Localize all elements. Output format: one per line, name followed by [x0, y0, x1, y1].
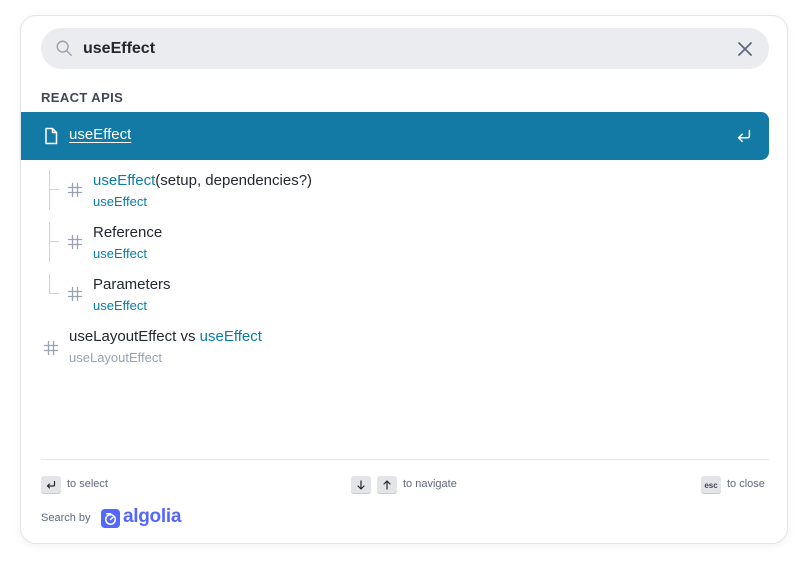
close-hint: to close — [727, 478, 765, 490]
footer-divider — [41, 459, 769, 460]
result-title: useLayoutEffect vs useEffect — [69, 328, 262, 345]
document-icon — [45, 127, 58, 145]
enter-icon — [46, 480, 56, 489]
result-title: Reference — [93, 224, 162, 241]
title-text: Parameters — [93, 276, 171, 293]
result-subtitle: useEffect — [93, 246, 147, 261]
hash-icon — [67, 234, 83, 250]
result-child-item[interactable]: Reference useEffect — [21, 216, 769, 268]
tree-line — [49, 222, 50, 262]
result-child-item[interactable]: Parameters useEffect — [21, 268, 769, 320]
result-subtitle: useEffect — [93, 194, 147, 209]
tree-line — [49, 274, 50, 294]
result-child-item[interactable]: useEffect(setup, dependencies?) useEffec… — [21, 164, 769, 216]
algolia-logo-icon — [101, 509, 120, 528]
hash-icon — [67, 286, 83, 302]
section-title: REACT APIS — [41, 90, 124, 105]
title-highlight: useEffect — [93, 172, 156, 189]
arrow-up-icon — [383, 480, 391, 490]
tree-line — [49, 170, 50, 210]
enter-key — [41, 476, 61, 494]
search-bar — [41, 28, 769, 69]
tree-branch — [49, 241, 59, 242]
result-title: useEffect(setup, dependencies?) — [93, 172, 312, 189]
search-by-label: Search by — [41, 512, 91, 524]
result-item-selected[interactable]: useEffect — [21, 112, 769, 160]
title-text: useLayoutEffect vs — [69, 328, 200, 345]
select-hint: to select — [67, 478, 108, 490]
esc-key: esc — [701, 476, 721, 494]
algolia-wordmark: algolia — [123, 506, 182, 527]
hash-icon — [67, 182, 83, 198]
result-subtitle: useEffect — [93, 298, 147, 313]
result-title: useEffect — [69, 126, 132, 143]
result-item[interactable]: useLayoutEffect vs useEffect useLayoutEf… — [21, 320, 769, 372]
tree-branch — [49, 189, 59, 190]
arrow-down-key — [351, 476, 371, 494]
title-highlight: useEffect — [199, 328, 262, 345]
search-icon — [56, 40, 72, 56]
title-text: Reference — [93, 224, 163, 241]
hash-icon — [43, 340, 59, 356]
enter-icon — [737, 129, 751, 143]
arrow-down-icon — [357, 480, 365, 490]
result-title: Parameters — [93, 276, 171, 293]
result-subtitle: useLayoutEffect — [69, 350, 162, 365]
tree-branch — [49, 293, 59, 294]
navigate-hint: to navigate — [403, 478, 457, 490]
search-modal: REACT APIS useEffect useEffect(setup, de… — [20, 15, 788, 544]
search-input[interactable] — [83, 28, 703, 69]
clear-icon[interactable] — [735, 39, 755, 59]
title-text: (setup, dependencies?) — [155, 172, 313, 189]
arrow-up-key — [377, 476, 397, 494]
